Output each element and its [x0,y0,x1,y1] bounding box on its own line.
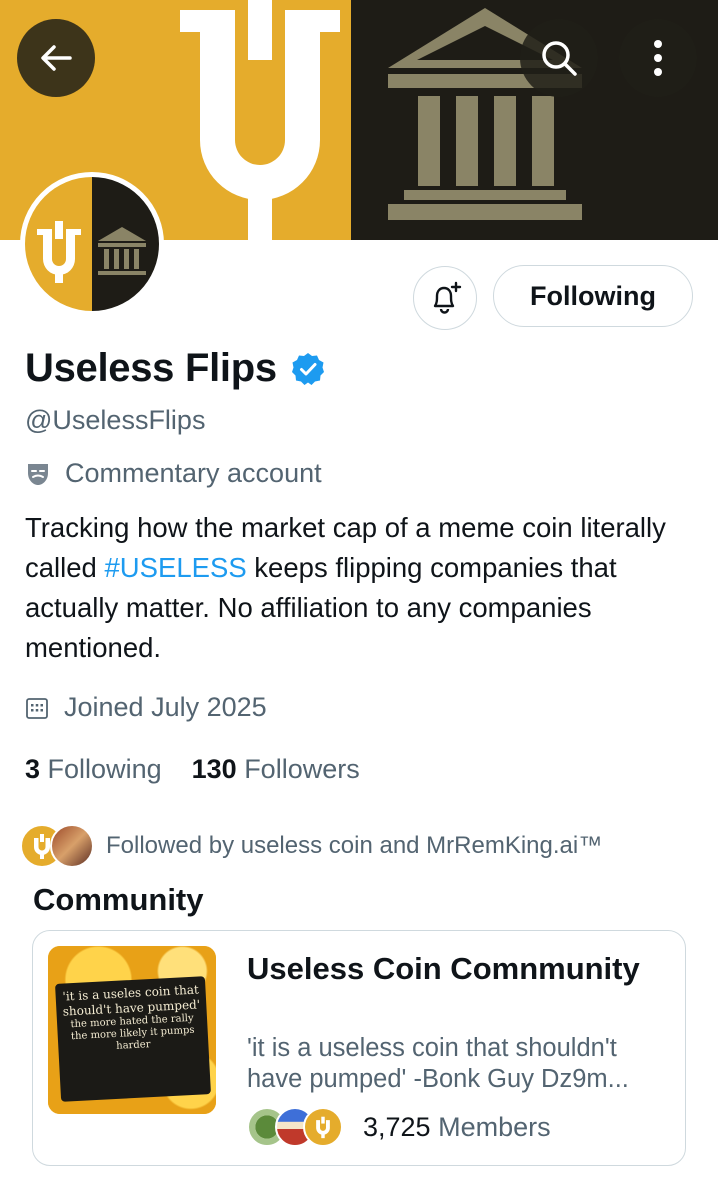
followed-by-text: Followed by useless coin and MrRemKing.a… [106,832,603,859]
community-title: Useless Coin Comnmunity [247,951,640,986]
community-image-caption-line: the more hated the rally the more likely… [70,1012,195,1052]
notifications-button[interactable] [413,266,477,330]
bell-plus-icon [433,281,462,314]
community-description: 'it is a useless coin that shouldn't hav… [247,1034,629,1093]
account-label-text: Commentary account [65,458,322,488]
community-card[interactable]: 'it is a useles coin that should't have … [32,930,686,1166]
following-button[interactable]: Following [493,265,693,327]
members-label: Members [438,1111,551,1142]
following-count: 3 [25,754,41,784]
members-count: 3,725 [363,1111,431,1142]
community-heading: Community [33,882,204,917]
member-avatar [303,1107,343,1147]
bio-hashtag-link[interactable]: #USELESS [105,552,247,583]
useless-logo-icon [316,1116,330,1139]
followers-count: 130 [191,754,237,784]
avatar-dark-half [92,177,159,311]
useless-logo-icon [37,221,81,283]
profile-bio: Tracking how the market cap of a meme co… [25,508,705,668]
profile-name-row: Useless Flips [25,346,325,391]
followed-by-row[interactable]: Followed by useless coin and MrRemKing.a… [20,824,602,868]
magnifier-icon [542,41,577,76]
theater-mask-icon [28,463,48,485]
useless-logo-icon [180,0,340,240]
profile-avatar[interactable] [20,172,164,316]
arrow-left-icon [41,45,72,71]
community-members: 3,725 Members [247,1107,551,1147]
follow-stats: 3 Following 130 Followers [25,754,390,785]
community-image-caption: 'it is a useles coin that should't have … [60,982,203,1055]
profile-name: Useless Flips [25,346,277,390]
members-count-text: 3,725 Members [363,1112,551,1143]
following-stat-link[interactable]: 3 Following [25,754,162,785]
vertical-dots-icon [654,40,662,76]
calendar-icon [26,697,48,719]
profile-handle: @UselessFlips [25,405,206,435]
bank-icon [98,227,146,275]
verified-badge-icon[interactable] [291,352,325,386]
joined-text: Joined July 2025 [64,692,267,722]
followers-stat-link[interactable]: 130 Followers [192,754,360,785]
followers-label: Followers [244,754,360,784]
back-button[interactable] [17,19,95,97]
avatar-gold-half [25,177,92,311]
community-image: 'it is a useles coin that should't have … [48,946,216,1114]
joined-date: Joined July 2025 [25,692,267,723]
search-button[interactable] [520,19,598,97]
follower-avatar [50,824,94,868]
more-options-button[interactable] [619,19,697,97]
account-label[interactable]: Commentary account [25,458,322,489]
following-label: Following [47,754,162,784]
